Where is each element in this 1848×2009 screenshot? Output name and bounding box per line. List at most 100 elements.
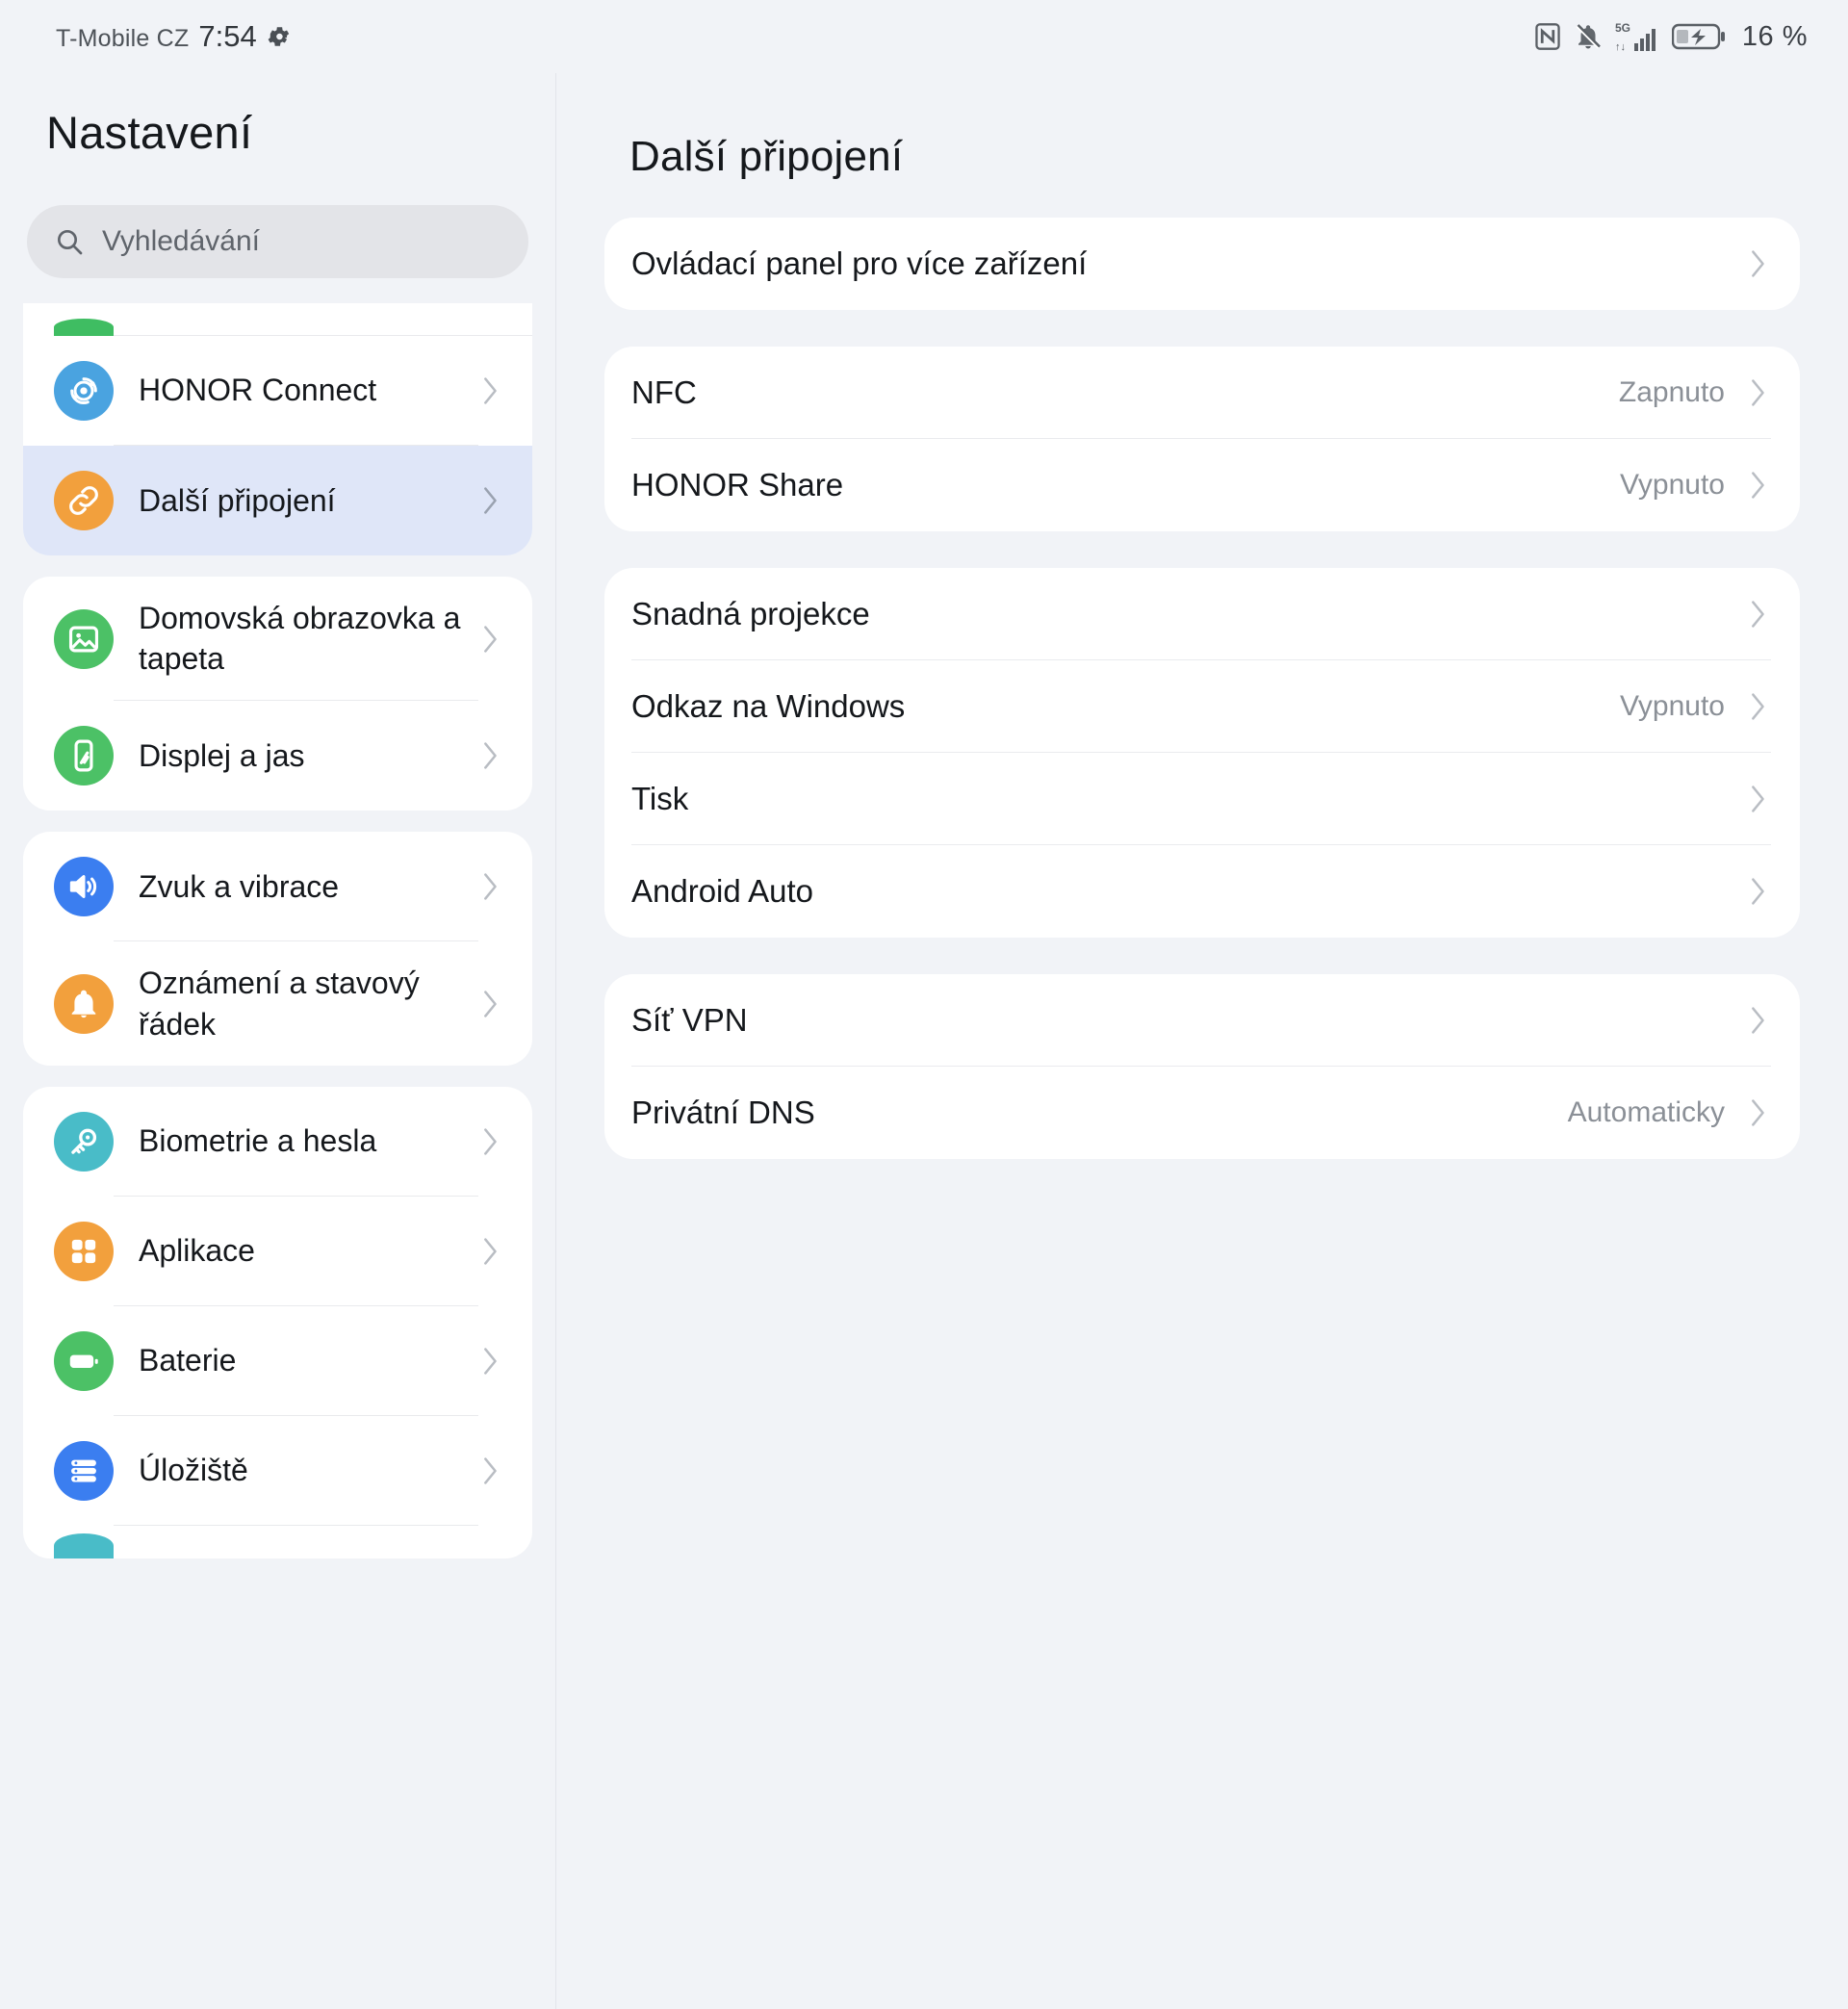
- chevron-right-icon: [478, 484, 503, 517]
- search-input[interactable]: Vyhledávání: [27, 205, 528, 278]
- search-icon: [54, 226, 85, 257]
- sidebar-item-label: Zvuk a vibrace: [114, 832, 478, 942]
- sidebar-item-honor-connect[interactable]: HONOR Connect: [23, 336, 532, 446]
- row-privatni-dns[interactable]: Privátní DNS Automaticky: [604, 1067, 1800, 1159]
- row-value: Zapnuto: [1618, 375, 1725, 408]
- detail-title: Další připojení: [629, 133, 904, 180]
- battery-percent-label: 16 %: [1741, 20, 1808, 52]
- row-snadna-projekce[interactable]: Snadná projekce: [604, 568, 1800, 660]
- row-inner: Síť VPN: [631, 974, 1771, 1067]
- sidebar-group-system: Biometrie a hesla Aplikace Baterie Úloži…: [23, 1086, 532, 1558]
- row-value: Automaticky: [1567, 1096, 1725, 1128]
- partial-teal-icon: [54, 1533, 114, 1558]
- battery-icon: [54, 1330, 114, 1391]
- sidebar-item-domovska-obrazovka[interactable]: Domovská obrazovka a tapeta: [23, 577, 532, 702]
- chevron-right-icon: [1746, 1096, 1771, 1129]
- carrier-label: T-Mobile CZ: [56, 25, 190, 52]
- display-brightness-icon: [54, 726, 114, 786]
- sidebar-item-label: [114, 319, 532, 336]
- nfc-icon: [1534, 22, 1561, 51]
- sidebar-item-zvuk-a-vibrace[interactable]: Zvuk a vibrace: [23, 832, 532, 942]
- chevron-right-icon: [1746, 376, 1771, 409]
- row-value: Vypnuto: [1620, 689, 1725, 722]
- main-group-network: Síť VPN Privátní DNS Automaticky: [604, 974, 1800, 1159]
- sidebar-item-label: Biometrie a hesla: [114, 1087, 478, 1197]
- chevron-right-icon: [478, 623, 503, 656]
- row-inner: Odkaz na Windows Vypnuto: [631, 660, 1771, 753]
- sidebar-item-label: Oznámení a stavový řádek: [139, 966, 420, 1042]
- wallpaper-icon: [54, 608, 114, 669]
- row-odkaz-na-windows[interactable]: Odkaz na Windows Vypnuto: [604, 660, 1800, 753]
- row-vpn[interactable]: Síť VPN: [604, 974, 1800, 1067]
- chevron-right-icon: [1746, 783, 1771, 815]
- row-honor-share[interactable]: HONOR Share Vypnuto: [604, 439, 1800, 531]
- sidebar-item-displej-a-jas[interactable]: Displej a jas: [23, 701, 532, 811]
- row-inner: Privátní DNS Automaticky: [631, 1067, 1771, 1159]
- gear-icon: [267, 24, 292, 49]
- battery-charging-icon: [1671, 22, 1726, 51]
- chevron-right-icon: [1746, 247, 1771, 280]
- partial-green-icon: [54, 319, 114, 336]
- row-inner: Android Auto: [631, 845, 1771, 938]
- key-icon: [54, 1111, 114, 1172]
- sidebar-item-baterie[interactable]: Baterie: [23, 1306, 532, 1416]
- chevron-right-icon: [478, 870, 503, 903]
- sidebar-item-dalsi-pripojeni[interactable]: Další připojení: [23, 446, 532, 555]
- row-label: Tisk: [631, 780, 689, 816]
- chevron-right-icon: [478, 739, 503, 772]
- apps-grid-icon: [54, 1221, 114, 1281]
- signal-5g-icon: 5G ↑↓: [1615, 20, 1659, 53]
- sidebar-group-connectivity: HONOR Connect Další připojení: [23, 303, 532, 555]
- sidebar-item-label: [114, 1533, 532, 1558]
- row-label: Ovládací panel pro více zařízení: [631, 245, 1088, 281]
- row-label: HONOR Share: [631, 467, 844, 502]
- chevron-right-icon: [1746, 875, 1771, 908]
- clock-label: 7:54: [198, 19, 257, 53]
- row-tisk[interactable]: Tisk: [604, 753, 1800, 845]
- sidebar-group-sound: Zvuk a vibrace Oznámení a stavový řádek: [23, 832, 532, 1066]
- sidebar-item-aplikace[interactable]: Aplikace: [23, 1197, 532, 1306]
- sidebar-scroll-area[interactable]: HONOR Connect Další připojení Domovská o…: [0, 303, 555, 1558]
- settings-sidebar: Nastavení Vyhledávání HONOR Connect Dalš…: [0, 73, 556, 2009]
- bell-icon: [54, 973, 114, 1034]
- row-ovladaci-panel[interactable]: Ovládací panel pro více zařízení: [604, 218, 1800, 310]
- sidebar-item-oznameni-a-stavovy-radek[interactable]: Oznámení a stavový řádek: [23, 941, 532, 1065]
- sidebar-item-biometrie-a-hesla[interactable]: Biometrie a hesla: [23, 1087, 532, 1197]
- chevron-right-icon: [1746, 598, 1771, 631]
- row-nfc[interactable]: NFC Zapnuto: [604, 347, 1800, 439]
- row-inner: Snadná projekce: [631, 568, 1771, 660]
- sidebar-item-label: Domovská obrazovka a tapeta: [114, 577, 478, 702]
- storage-icon: [54, 1440, 114, 1501]
- sidebar-group-display: Domovská obrazovka a tapeta Displej a ja…: [23, 577, 532, 811]
- row-android-auto[interactable]: Android Auto: [604, 845, 1800, 938]
- status-bar-left: T-Mobile CZ 7:54: [56, 19, 292, 54]
- chevron-right-icon: [478, 374, 503, 407]
- sidebar-item-ulozite[interactable]: Úložiště: [23, 1416, 532, 1526]
- row-value: Vypnuto: [1620, 469, 1725, 501]
- status-bar-right: 5G ↑↓ 16 %: [1534, 20, 1808, 53]
- sidebar-item-label: Displej a jas: [139, 738, 305, 774]
- row-inner: HONOR Share Vypnuto: [631, 439, 1771, 531]
- row-inner: Tisk: [631, 753, 1771, 845]
- chevron-right-icon: [478, 1345, 503, 1378]
- bell-muted-icon: [1574, 22, 1603, 51]
- main-group-control-panel: Ovládací panel pro více zařízení: [604, 218, 1800, 310]
- svg-text:↑↓: ↑↓: [1615, 41, 1626, 53]
- row-label: Síť VPN: [631, 1001, 748, 1038]
- speaker-icon: [54, 857, 114, 917]
- row-label: Snadná projekce: [631, 595, 870, 631]
- sidebar-item-label: Úložiště: [114, 1416, 478, 1526]
- page-title: Nastavení: [46, 107, 253, 158]
- status-bar: T-Mobile CZ 7:54 5G ↑↓ 16 %: [0, 0, 1848, 73]
- svg-text:5G: 5G: [1615, 21, 1630, 35]
- chevron-right-icon: [478, 1125, 503, 1158]
- row-inner: NFC Zapnuto: [631, 347, 1771, 439]
- sidebar-item-label: Baterie: [114, 1306, 478, 1416]
- search-placeholder: Vyhledávání: [102, 225, 261, 257]
- sidebar-item-partial-bottom[interactable]: [23, 1526, 532, 1558]
- sidebar-item-partial-top[interactable]: [23, 303, 532, 336]
- main-group-nfc-share: NFC Zapnuto HONOR Share Vypnuto: [604, 347, 1800, 531]
- row-inner: Ovládací panel pro více zařízení: [631, 218, 1771, 310]
- chevron-right-icon: [1746, 469, 1771, 502]
- row-label: NFC: [631, 373, 697, 410]
